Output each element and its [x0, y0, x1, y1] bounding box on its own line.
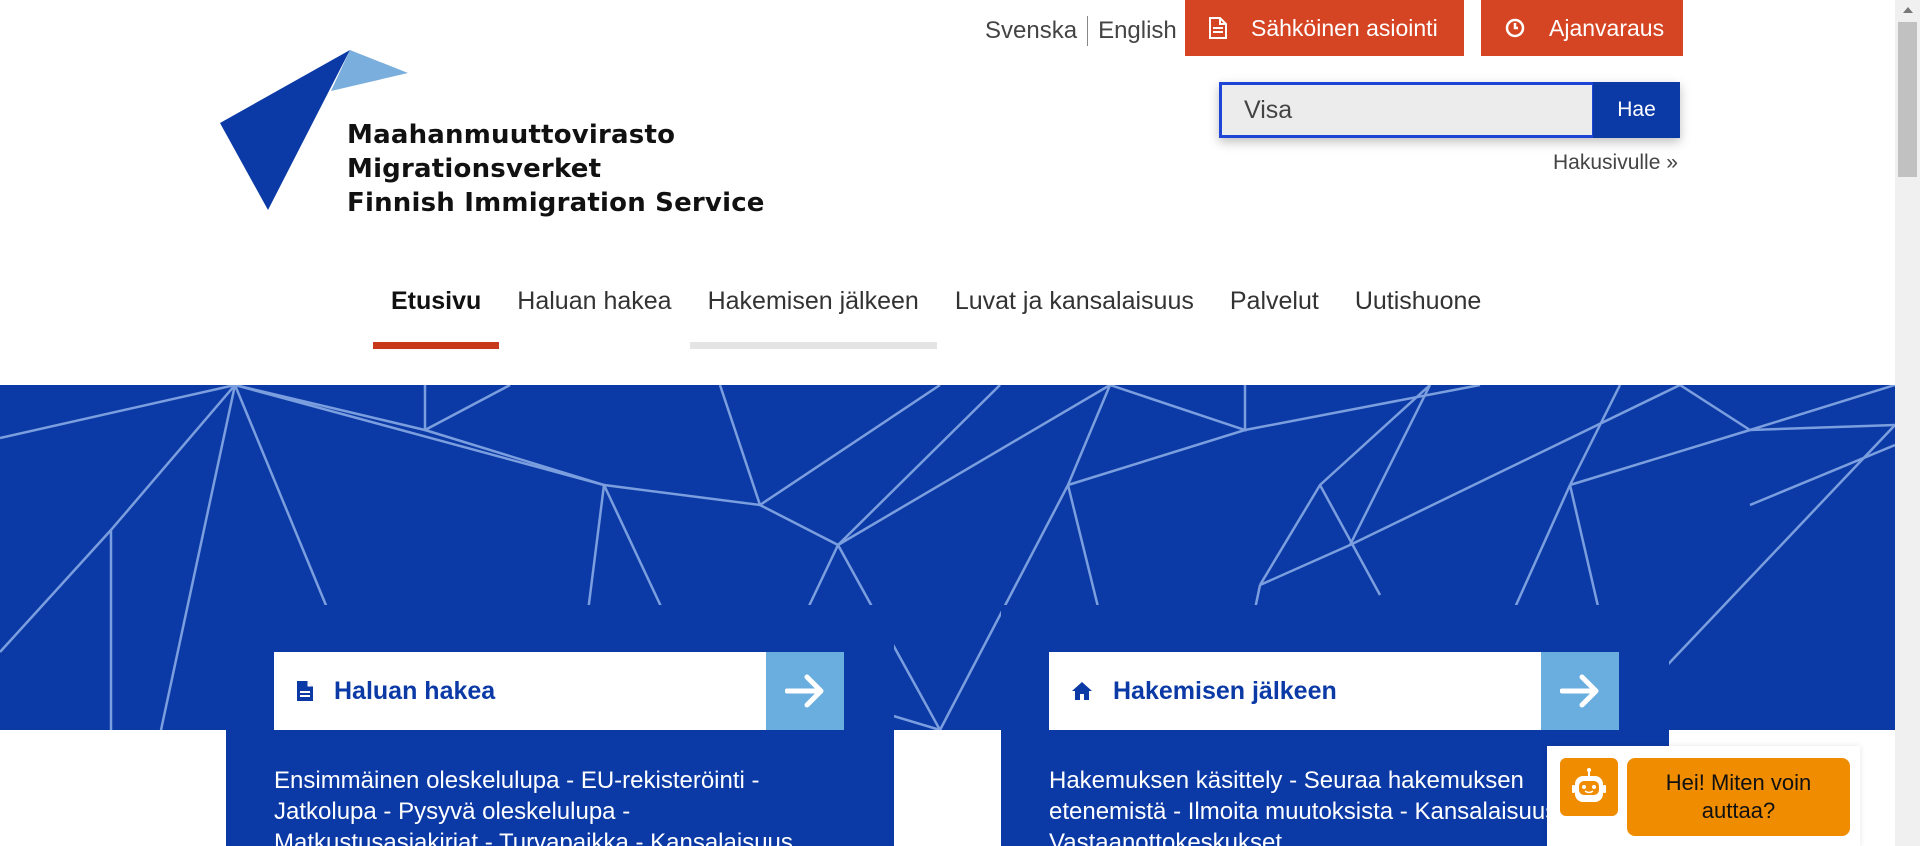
nav-item-luvat-ja-kansalaisuus[interactable]: Luvat ja kansalaisuus	[937, 287, 1212, 349]
clock-icon	[1505, 18, 1525, 38]
chat-greeting[interactable]: Hei! Miten voin auttaa?	[1627, 758, 1850, 836]
nav-item-label: Hakemisen jälkeen	[707, 287, 919, 315]
nav-item-label: Haluan hakea	[517, 287, 672, 315]
document-icon	[296, 680, 314, 702]
card-hakemisen-jalkeen-link[interactable]: Hakemisen jälkeen	[1049, 652, 1619, 730]
scrollbar-thumb[interactable]	[1898, 22, 1917, 177]
nav-item-label: Uutishuone	[1354, 287, 1482, 315]
nav-item-label: Palvelut	[1229, 287, 1319, 315]
home-icon	[1071, 681, 1093, 701]
nav-underline	[1337, 342, 1499, 349]
nav-underline	[1212, 342, 1337, 349]
nav-item-etusivu[interactable]: Etusivu	[373, 287, 500, 349]
logo-line-swedish: Migrationsverket	[347, 154, 602, 184]
logo-line-english: Finnish Immigration Service	[347, 188, 765, 218]
language-switcher: Svenska English	[985, 16, 1177, 46]
lang-divider	[1087, 16, 1089, 46]
main-nav: Etusivu Haluan hakea Hakemisen jälkeen L…	[373, 287, 1499, 349]
logo-text: Maahanmuuttovirasto Migrationsverket Fin…	[347, 118, 765, 220]
card-title: Haluan hakea	[334, 676, 496, 705]
nav-item-hakemisen-jalkeen[interactable]: Hakemisen jälkeen	[689, 287, 937, 349]
search-form: Visa Hae	[1219, 82, 1680, 138]
card-haluan-hakea-link[interactable]: Haluan hakea	[274, 652, 844, 730]
card-title: Hakemisen jälkeen	[1113, 676, 1337, 705]
lang-link-svenska[interactable]: Svenska	[985, 17, 1077, 45]
search-input[interactable]: Visa	[1219, 82, 1595, 138]
booking-button[interactable]: Ajanvaraus	[1481, 0, 1683, 56]
arrow-right-icon	[1541, 652, 1619, 730]
nav-item-label: Luvat ja kansalaisuus	[954, 287, 1194, 315]
document-icon	[1209, 17, 1227, 39]
eservice-button[interactable]: Sähköinen asiointi	[1185, 0, 1464, 56]
nav-item-palvelut[interactable]: Palvelut	[1212, 287, 1337, 349]
search-page-link[interactable]: Hakusivulle »	[1553, 151, 1678, 175]
card-links[interactable]: Ensimmäinen oleskelulupa - EU-rekisteröi…	[274, 765, 834, 846]
eservice-label: Sähköinen asiointi	[1251, 14, 1438, 41]
search-button[interactable]: Hae	[1593, 82, 1680, 138]
scroll-up-icon[interactable]	[1895, 0, 1920, 20]
page-scrollbar[interactable]	[1895, 0, 1920, 846]
hover-indicator	[689, 342, 937, 349]
nav-underline	[499, 342, 689, 349]
nav-item-uutishuone[interactable]: Uutishuone	[1337, 287, 1499, 349]
nav-item-label: Etusivu	[391, 287, 482, 315]
nav-underline	[937, 342, 1212, 349]
booking-label: Ajanvaraus	[1549, 14, 1665, 41]
nav-item-haluan-hakea[interactable]: Haluan hakea	[499, 287, 689, 349]
card-links[interactable]: Hakemuksen käsittely - Seuraa hakemuksen…	[1049, 765, 1609, 846]
robot-icon[interactable]	[1560, 758, 1618, 816]
arrow-right-icon	[766, 652, 844, 730]
active-indicator	[373, 342, 500, 349]
chat-widget[interactable]: Hei! Miten voin auttaa?	[1547, 746, 1860, 846]
logo-line-finnish: Maahanmuuttovirasto	[347, 120, 676, 150]
lang-link-english[interactable]: English	[1098, 17, 1177, 45]
card-haluan-hakea: Haluan hakea Ensimmäinen oleskelulupa - …	[226, 605, 894, 846]
